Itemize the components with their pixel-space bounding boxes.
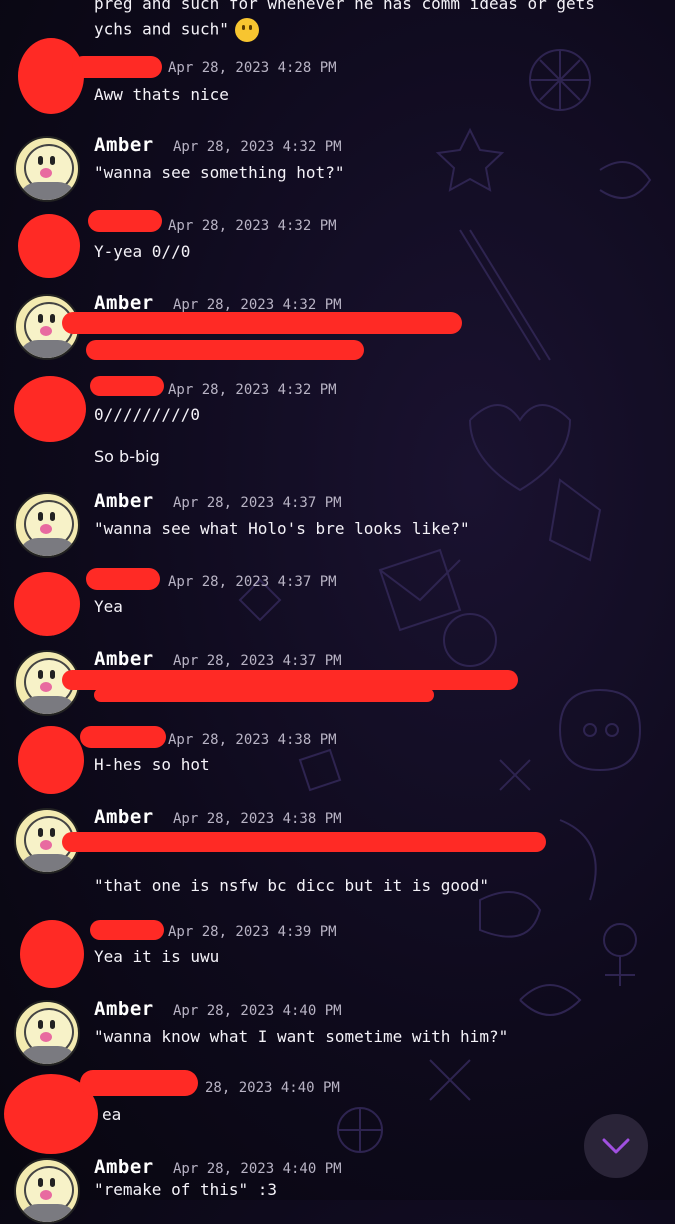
redacted-username <box>90 376 164 396</box>
redacted-username <box>90 920 164 940</box>
redacted-attachment <box>86 340 364 360</box>
message-timestamp: Apr 28, 2023 4:37 PM <box>173 653 342 669</box>
message-timestamp: Apr 28, 2023 4:37 PM <box>168 574 337 590</box>
sender-name[interactable]: Amber <box>94 1156 154 1178</box>
message-text: "wanna see what Holo's bre looks like?" <box>94 519 470 538</box>
message-timestamp: Apr 28, 2023 4:39 PM <box>168 924 337 940</box>
message-timestamp: Apr 28, 2023 4:38 PM <box>168 732 337 748</box>
message-timestamp: Apr 28, 2023 4:28 PM <box>168 60 337 76</box>
message-timestamp: Apr 28, 2023 4:32 PM <box>168 382 337 398</box>
redacted-avatar <box>18 38 84 114</box>
message-text: Aww thats nice <box>94 85 229 104</box>
message-text: "wanna know what I want sometime with hi… <box>94 1027 509 1046</box>
redacted-attachment <box>94 688 434 702</box>
avatar[interactable] <box>14 1158 80 1224</box>
redacted-avatar <box>18 726 84 794</box>
top-message-line-2-text: ychs and such" <box>94 19 229 39</box>
message-text: 0/////////0 <box>94 405 200 424</box>
message-text: "that one is nsfw bc dicc but it is good… <box>94 876 489 895</box>
top-message-line-1: preg and such for whenever he has comm i… <box>94 0 595 13</box>
message-timestamp: Apr 28, 2023 4:32 PM <box>173 297 342 313</box>
avatar[interactable] <box>14 1000 80 1066</box>
message-timestamp: Apr 28, 2023 4:32 PM <box>168 218 337 234</box>
redacted-avatar <box>14 572 80 636</box>
redacted-attachment <box>62 670 518 690</box>
slightly-smiling-face-icon <box>234 18 259 42</box>
redacted-avatar <box>14 376 86 442</box>
message-timestamp: Apr 28, 2023 4:40 PM <box>173 1003 342 1019</box>
sender-name[interactable]: Amber <box>94 806 154 828</box>
message-text: Y-yea 0//0 <box>94 242 191 261</box>
message-text: "remake of this" :3 <box>94 1180 278 1199</box>
redacted-username <box>86 568 160 590</box>
message-text: ea <box>102 1105 122 1124</box>
message-timestamp: Apr 28, 2023 4:40 PM <box>173 1161 342 1177</box>
redacted-attachment <box>62 312 462 334</box>
sender-name[interactable]: Amber <box>94 490 154 512</box>
message-text: So b-big <box>94 447 160 466</box>
sender-name[interactable]: Amber <box>94 998 154 1020</box>
message-text: "wanna see something hot?" <box>94 163 345 182</box>
message-timestamp: Apr 28, 2023 4:32 PM <box>173 139 342 155</box>
message-timestamp: Apr 28, 2023 4:37 PM <box>173 495 342 511</box>
redacted-username <box>88 210 162 232</box>
redacted-attachment <box>62 832 546 852</box>
sender-name[interactable]: Amber <box>94 134 154 156</box>
message-timestamp: Apr 28, 2023 4:38 PM <box>173 811 342 827</box>
redacted-username <box>80 726 166 748</box>
sender-name[interactable]: Amber <box>94 648 154 670</box>
message-text: Yea it is uwu <box>94 947 220 966</box>
message-timestamp: 28, 2023 4:40 PM <box>205 1080 340 1096</box>
top-message-line-2: ychs and such" <box>94 18 259 42</box>
redacted-username <box>72 56 162 78</box>
redacted-avatar <box>20 920 84 988</box>
avatar[interactable] <box>14 136 80 202</box>
scroll-to-bottom-button[interactable] <box>584 1114 648 1178</box>
redacted-avatar <box>18 214 80 278</box>
sender-name[interactable]: Amber <box>94 292 154 314</box>
message-text: H-hes so hot <box>94 755 210 774</box>
redacted-username <box>80 1070 198 1096</box>
message-text: Yea <box>94 597 123 616</box>
avatar[interactable] <box>14 492 80 558</box>
chevron-down-icon <box>602 1138 630 1154</box>
